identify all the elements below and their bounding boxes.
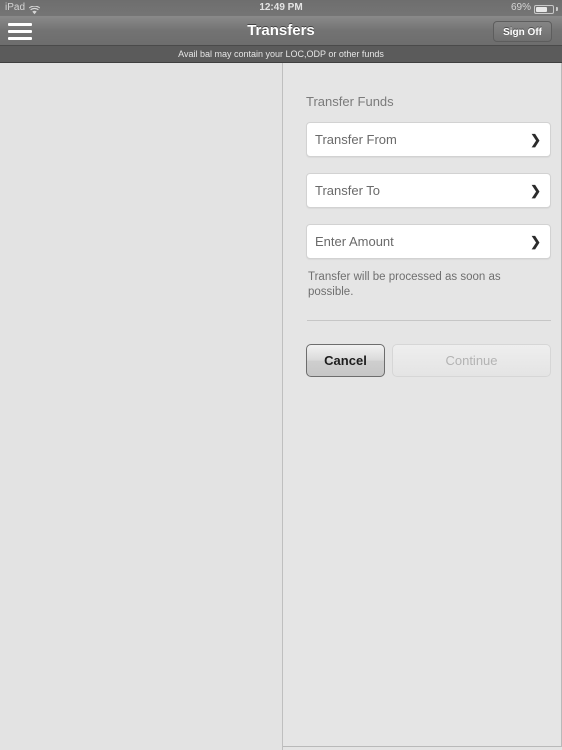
sign-off-button[interactable]: Sign Off: [493, 21, 552, 42]
left-empty-pane: [0, 63, 283, 750]
battery-percent-label: 69%: [510, 2, 531, 13]
chevron-right-icon: ❯: [530, 183, 541, 198]
status-bar-right: 69%: [511, 0, 558, 16]
availability-notice-bar: Avail bal may contain your LOC,ODP or ot…: [0, 46, 562, 63]
transfer-from-label: Transfer From: [315, 132, 397, 147]
status-bar-clock: 12:49 PM: [259, 2, 303, 13]
chevron-right-icon: ❯: [530, 132, 541, 147]
enter-amount-label: Enter Amount: [315, 234, 394, 249]
battery-icon: [534, 4, 554, 14]
page-title: Transfers: [247, 22, 315, 39]
section-divider: [307, 320, 551, 321]
transfer-from-row[interactable]: Transfer From ❯: [306, 122, 551, 157]
section-title: Transfer Funds: [306, 94, 394, 109]
chevron-right-icon: ❯: [530, 234, 541, 249]
processing-helper-text: Transfer will be processed as soon as po…: [308, 271, 501, 298]
continue-button: Continue: [392, 344, 551, 377]
content-area: Transfer Funds Transfer From ❯ Transfer …: [0, 63, 562, 750]
enter-amount-row[interactable]: Enter Amount ❯: [306, 224, 551, 259]
app-screen: iPad 12:49 PM 69% Transfers Sign Off Ava…: [0, 0, 562, 750]
cancel-button[interactable]: Cancel: [306, 344, 385, 377]
transfer-funds-panel: Transfer Funds Transfer From ❯ Transfer …: [283, 63, 562, 747]
transfer-to-label: Transfer To: [315, 183, 381, 198]
navigation-bar: Transfers Sign Off: [0, 16, 562, 46]
transfer-to-row[interactable]: Transfer To ❯: [306, 173, 551, 208]
ios-status-bar: iPad 12:49 PM 69%: [0, 0, 562, 16]
